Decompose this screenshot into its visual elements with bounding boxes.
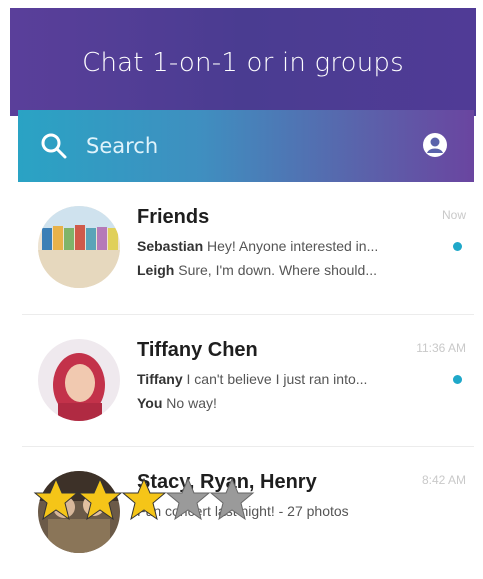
star-empty-icon (165, 477, 211, 521)
banner-title: Chat 1-on-1 or in groups (82, 48, 404, 78)
message-preview: You No way! (137, 395, 437, 411)
chat-time: Now (441, 208, 466, 222)
chat-row-tiffany-chen[interactable]: Tiffany Chen 11:36 AM Tiffany I can't be… (22, 314, 474, 447)
search-icon[interactable] (40, 132, 68, 160)
chat-list: Friends Now Sebastian Hey! Anyone intere… (22, 182, 474, 553)
star-filled-icon (77, 477, 123, 521)
chat-time: 8:42 AM (421, 473, 466, 487)
message-preview: Leigh Sure, I'm down. Where should... (137, 262, 437, 278)
rating-stars (33, 476, 255, 522)
message-text: Hey! Anyone interested in... (207, 238, 379, 254)
message-sender: Tiffany (137, 371, 183, 387)
message-text: No way! (166, 395, 217, 411)
message-text: I can't believe I just ran into... (186, 371, 368, 387)
profile-icon[interactable] (422, 132, 448, 158)
group-avatar (38, 206, 120, 288)
star-empty-icon (209, 477, 255, 521)
chat-name: Tiffany Chen (137, 339, 258, 361)
chat-row-friends[interactable]: Friends Now Sebastian Hey! Anyone intere… (22, 182, 474, 314)
chat-name: Friends (137, 206, 210, 228)
star-filled-icon (121, 477, 167, 521)
search-bar[interactable]: Search (18, 110, 474, 182)
unread-indicator (453, 242, 462, 251)
promo-banner: Chat 1-on-1 or in groups (10, 8, 476, 116)
chat-time: 11:36 AM (416, 341, 466, 355)
contact-avatar (38, 339, 120, 421)
search-input[interactable]: Search (86, 134, 158, 158)
message-preview: Tiffany I can't believe I just ran into.… (137, 371, 437, 387)
message-text: Sure, I'm down. Where should... (178, 262, 377, 278)
message-sender: Sebastian (137, 238, 204, 254)
star-filled-icon (33, 477, 79, 521)
unread-indicator (453, 375, 462, 384)
message-sender: You (137, 395, 163, 411)
message-sender: Leigh (137, 262, 175, 278)
message-preview: Sebastian Hey! Anyone interested in... (137, 238, 437, 254)
